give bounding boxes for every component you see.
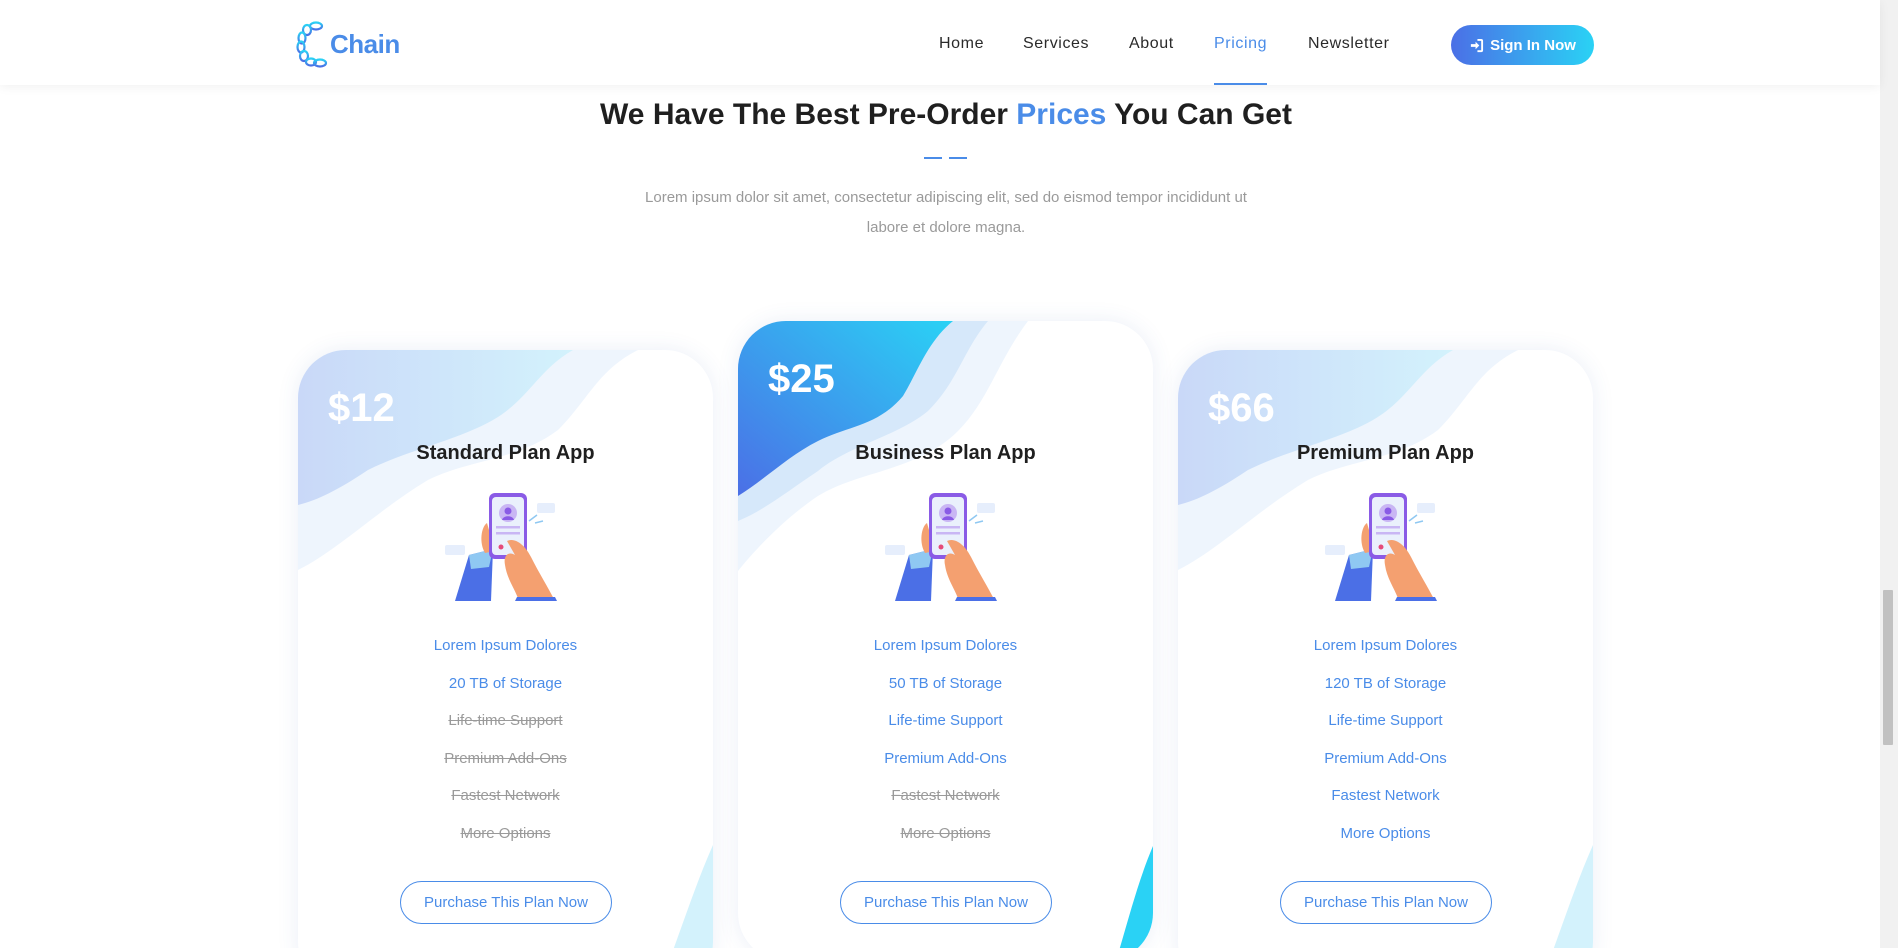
plan-title: Standard Plan App — [416, 442, 595, 464]
plan-price: $25 — [768, 357, 835, 401]
nav-services[interactable]: Services — [1023, 0, 1089, 85]
feature-item: Lorem Ipsum Dolores — [873, 637, 1018, 654]
feature-list: Lorem Ipsum Dolores 50 TB of Storage Lif… — [738, 627, 1153, 852]
plan-title: Business Plan App — [855, 442, 1036, 464]
feature-item: 20 TB of Storage — [448, 674, 563, 692]
section-subtitle: Lorem ipsum dolor sit amet, consectetur … — [645, 189, 1247, 236]
page-scrollbar-thumb[interactable] — [1883, 590, 1893, 745]
nav-newsletter[interactable]: Newsletter — [1308, 0, 1390, 85]
feature-item: Lorem Ipsum Dolores — [433, 637, 578, 654]
plan-price: $66 — [1208, 386, 1275, 430]
site-header: Chain Home Services About Pricing Newsle… — [0, 0, 1880, 85]
page-scrollbar-track[interactable] — [1880, 0, 1898, 948]
feature-item: Fastest Network — [1331, 787, 1440, 804]
section-title: We Have The Best Pre-Order Prices You Ca… — [600, 98, 1292, 131]
sign-in-button[interactable]: Sign In Now — [1451, 25, 1594, 65]
feature-item: Premium Add-Ons — [1324, 749, 1447, 767]
feature-item-excluded: More Options — [460, 824, 551, 842]
brand-logo[interactable]: Chain — [296, 20, 400, 68]
nav-home[interactable]: Home — [939, 0, 984, 85]
feature-item-excluded: Fastest Network — [451, 787, 560, 804]
feature-item: Lorem Ipsum Dolores — [1313, 637, 1458, 654]
feature-item-excluded: Premium Add-Ons — [444, 749, 567, 767]
title-highlight: Prices — [1016, 98, 1107, 131]
feature-item: Premium Add-Ons — [884, 749, 1007, 767]
plan-price: $12 — [328, 386, 395, 430]
pricing-card-premium: $66 Premium Plan App Lorem Ipsum Dolores… — [1178, 350, 1593, 948]
nav-about[interactable]: About — [1129, 0, 1174, 85]
phone-in-hand-illustration — [445, 493, 557, 601]
nav-pricing[interactable]: Pricing — [1214, 0, 1268, 85]
feature-list: Lorem Ipsum Dolores 120 TB of Storage Li… — [1178, 627, 1593, 852]
feature-item-excluded: Fastest Network — [891, 787, 1000, 804]
feature-item: More Options — [1340, 824, 1431, 842]
feature-item: 120 TB of Storage — [1324, 674, 1447, 692]
purchase-plan-button[interactable]: Purchase This Plan Now — [400, 881, 612, 924]
title-divider-right — [949, 157, 967, 159]
feature-item: Life-time Support — [1328, 712, 1443, 729]
plan-title: Premium Plan App — [1296, 442, 1475, 464]
feature-item-excluded: Life-time Support — [448, 712, 563, 729]
chain-c-logo-icon — [296, 21, 328, 68]
purchase-plan-button[interactable]: Purchase This Plan Now — [1280, 881, 1492, 924]
phone-in-hand-illustration — [1325, 493, 1437, 601]
phone-in-hand-illustration — [885, 493, 997, 601]
feature-list: Lorem Ipsum Dolores 20 TB of Storage Lif… — [298, 627, 713, 852]
title-divider-left — [924, 157, 942, 159]
feature-item-excluded: More Options — [900, 824, 991, 842]
feature-item: 50 TB of Storage — [888, 674, 1003, 692]
pricing-card-standard: $12 Standard Plan App Lorem Ipsum Dolore… — [298, 350, 713, 948]
purchase-plan-button[interactable]: Purchase This Plan Now — [840, 881, 1052, 924]
sign-in-icon — [1470, 38, 1484, 52]
pricing-card-business: $25 Business Plan App Lorem Ipsum Dolore… — [738, 321, 1153, 948]
sign-in-label: Sign In Now — [1490, 36, 1576, 54]
brand-name: Chain — [330, 28, 400, 59]
feature-item: Life-time Support — [888, 712, 1003, 729]
